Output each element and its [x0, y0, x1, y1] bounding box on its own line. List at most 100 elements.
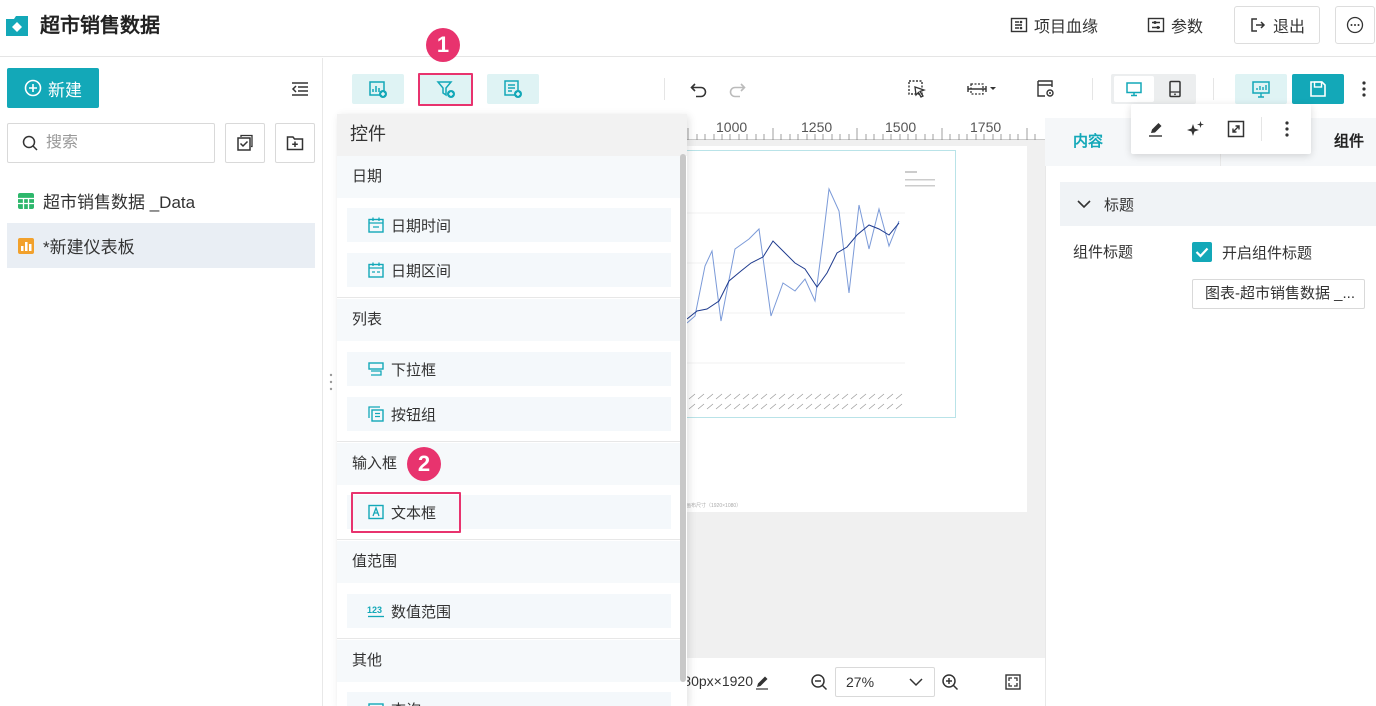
canvas-size-caption: 画布尺寸（1920×1080） [686, 503, 742, 509]
exit-icon [1249, 16, 1267, 34]
component-title-label: 组件标题 [1073, 244, 1134, 261]
highlight-box-2 [351, 492, 461, 533]
app-title: 超市销售数据 [40, 15, 160, 37]
button-group-icon [367, 405, 385, 423]
undo-button[interactable] [684, 74, 714, 104]
layout-settings-button[interactable] [1031, 74, 1061, 104]
tree-item-data[interactable]: 超市销售数据 _Data [7, 178, 315, 223]
distribute-icon [967, 79, 997, 99]
save-button[interactable] [1292, 74, 1344, 104]
edit-style-button[interactable] [1146, 119, 1166, 139]
project-lineage-label: 项目血缘 [1034, 19, 1099, 36]
control-item-label: 日期区间 [391, 262, 452, 280]
control-item-dropdown[interactable]: 下拉框 [347, 352, 671, 386]
more-circle-icon [1346, 16, 1364, 34]
params-icon [1147, 16, 1165, 34]
desktop-icon [1125, 80, 1143, 98]
toolbar-divider [1092, 78, 1093, 100]
component-title-input[interactable]: 图表-超市销售数据 _... [1192, 279, 1365, 309]
horizontal-ruler: 1000 1250 1500 1750 [680, 118, 1045, 140]
new-button[interactable]: 新建 [7, 68, 99, 108]
line-chart-thumbnail [687, 171, 935, 410]
collapse-sidebar-icon[interactable] [290, 80, 310, 98]
float-more-button[interactable] [1277, 119, 1297, 139]
new-folder-button[interactable] [275, 123, 315, 163]
toolbar-more-button[interactable] [1357, 74, 1371, 104]
zoom-select[interactable]: 27% [835, 667, 935, 697]
sparkle-icon [1186, 119, 1206, 139]
desktop-view-button[interactable] [1114, 76, 1154, 102]
preview-button[interactable] [1235, 74, 1287, 104]
dropdown-icon [367, 360, 385, 378]
search-input[interactable] [46, 134, 196, 152]
params-label: 参数 [1171, 19, 1204, 36]
group-divider [337, 638, 681, 639]
svg-text:123: 123 [367, 605, 382, 615]
float-divider [1261, 117, 1262, 141]
panel-title: 控件 [337, 114, 687, 156]
align-distribute-button[interactable] [963, 74, 1001, 104]
control-item-label: 日期时间 [391, 217, 452, 235]
fullscreen-button[interactable] [1226, 119, 1246, 139]
tree-item-label: 超市销售数据 _Data [43, 193, 196, 212]
exit-label: 退出 [1273, 19, 1306, 36]
tree-item-dashboard[interactable]: *新建仪表板 [7, 223, 315, 268]
group-title-list: 列表 [337, 299, 681, 341]
params-button[interactable]: 参数 [1147, 6, 1203, 44]
redo-button[interactable] [722, 74, 752, 104]
app-logo-icon [4, 13, 30, 39]
project-lineage-button[interactable]: 项目血缘 [1010, 6, 1098, 44]
smart-insight-button[interactable] [1186, 119, 1206, 139]
group-title-input: 输入框 [337, 443, 681, 485]
table-icon [17, 192, 35, 210]
search-icon [22, 135, 38, 151]
presentation-icon [1251, 79, 1271, 99]
splitter-handle[interactable] [328, 372, 334, 392]
control-item-datetime[interactable]: 日期时间 [347, 208, 671, 242]
ruler-label: 1000 [716, 119, 748, 135]
control-item-daterange[interactable]: 日期区间 [347, 253, 671, 287]
batch-select-button[interactable] [225, 123, 265, 163]
mobile-view-button[interactable] [1156, 76, 1194, 102]
redo-icon [727, 79, 747, 99]
chevron-down-icon [908, 677, 924, 687]
more-options-button[interactable] [1335, 6, 1375, 44]
control-item-query[interactable]: 查询 [347, 692, 671, 706]
zoom-out-icon[interactable] [810, 673, 828, 691]
new-button-label: 新建 [48, 80, 82, 100]
expand-icon [1226, 119, 1246, 139]
control-item-number-range[interactable]: 123 数值范围 [347, 594, 671, 628]
fit-screen-icon[interactable] [1004, 673, 1022, 691]
enable-title-checkbox[interactable] [1192, 242, 1212, 262]
chart-component[interactable] [686, 150, 956, 418]
select-tool-button[interactable] [902, 74, 932, 104]
query-icon [367, 700, 385, 706]
control-item-button-group[interactable]: 按钮组 [347, 397, 671, 431]
toolbar-divider [664, 78, 665, 100]
section-title-header[interactable]: 标题 [1060, 182, 1376, 226]
control-item-label: 数值范围 [391, 603, 452, 621]
edit-pencil-icon[interactable] [754, 674, 770, 690]
number-range-icon: 123 [367, 602, 385, 620]
panel-scrollbar[interactable] [680, 154, 686, 682]
enable-title-label: 开启组件标题 [1222, 245, 1313, 262]
ruler-label: 1250 [801, 119, 833, 135]
ruler-label: 1750 [970, 119, 1002, 135]
exit-button[interactable]: 退出 [1234, 6, 1321, 44]
vertical-dots-icon [1362, 80, 1366, 98]
add-text-component-button[interactable] [487, 74, 539, 104]
controls-dropdown-panel: 控件 日期 日期时间 日期区间 列表 下拉框 按钮组 输入框 文本框 值范围 1… [337, 114, 687, 706]
group-title-other: 其他 [337, 640, 681, 682]
search-box[interactable] [7, 123, 215, 163]
checklist-icon [236, 134, 254, 152]
undo-icon [689, 79, 709, 99]
add-chart-button[interactable] [352, 74, 404, 104]
group-divider [337, 297, 681, 298]
zoom-in-icon[interactable] [941, 673, 959, 691]
plus-circle-icon [24, 79, 42, 97]
select-cursor-icon [907, 79, 927, 99]
step-badge-1: 1 [426, 28, 460, 62]
canvas-size-text: 1920×1080px [680, 673, 753, 689]
add-chart-icon [368, 79, 388, 99]
folder-plus-icon [286, 134, 304, 152]
